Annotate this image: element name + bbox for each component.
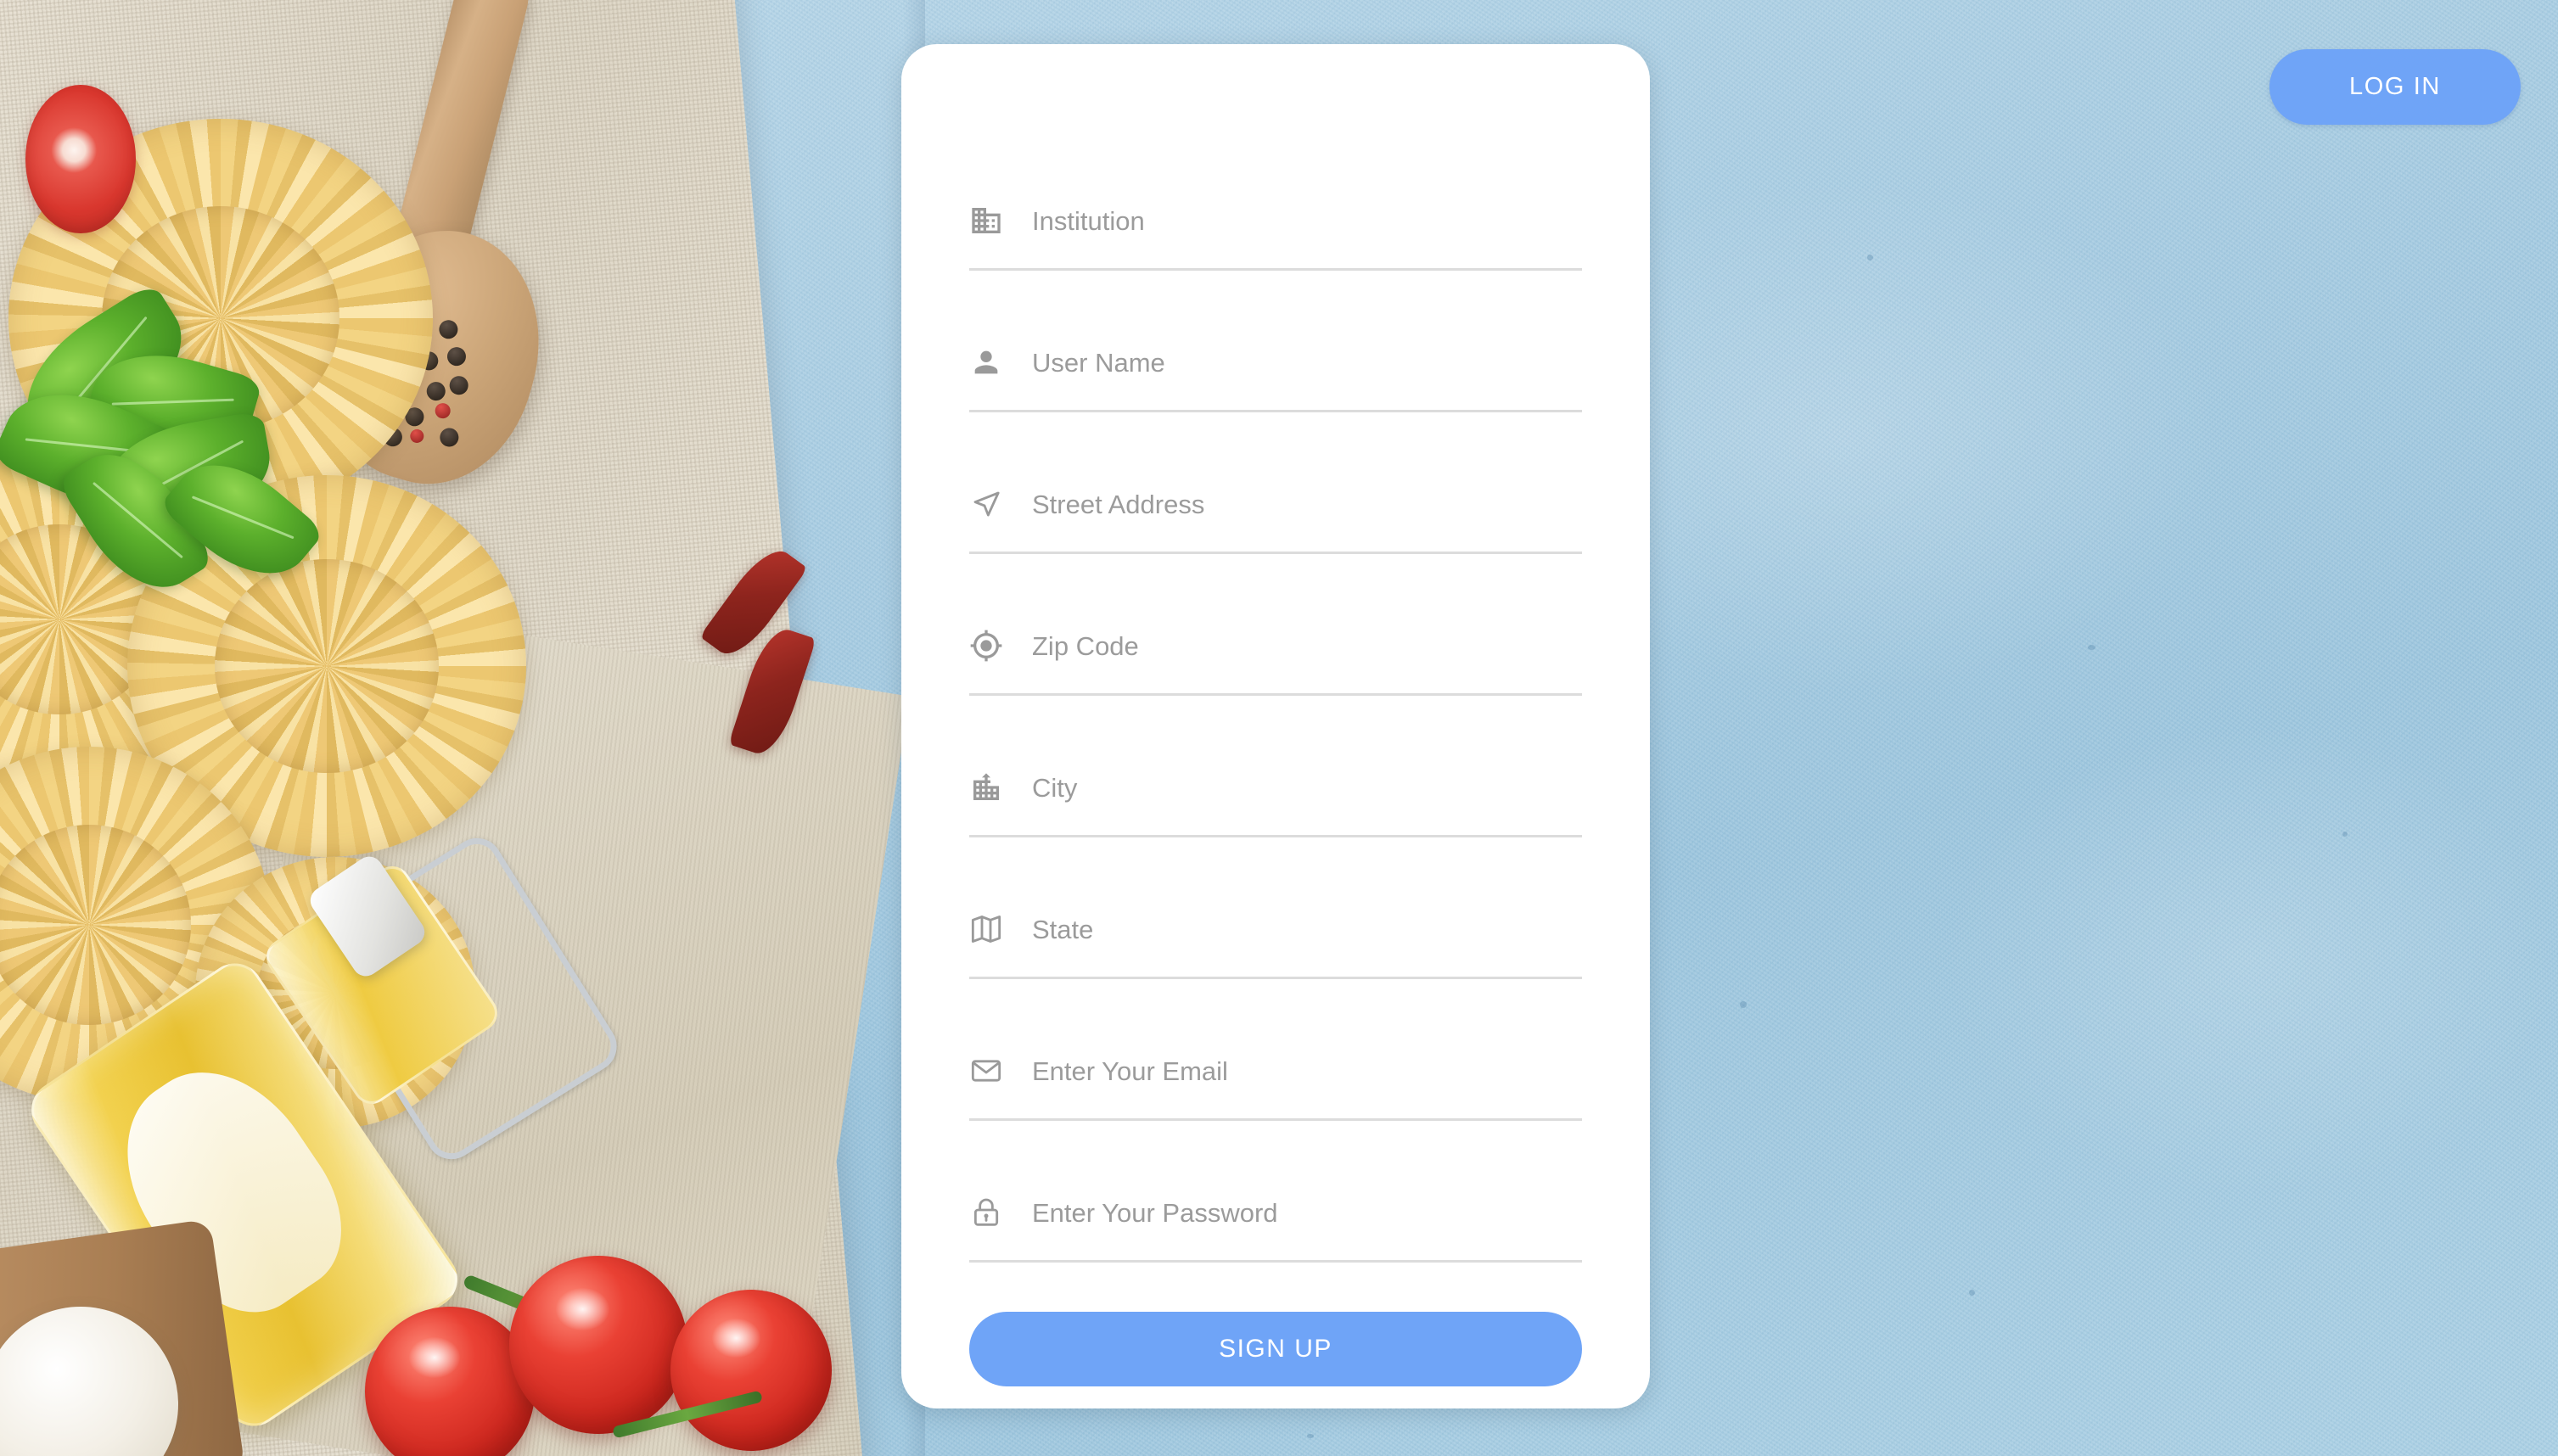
field-label-user-name: User Name bbox=[1032, 347, 1165, 378]
background-speck bbox=[1867, 255, 1873, 260]
field-label-zip-code: Zip Code bbox=[1032, 630, 1139, 661]
background-speck bbox=[1307, 1434, 1314, 1438]
sign-up-button[interactable]: SIGN UP bbox=[969, 1312, 1582, 1386]
field-label-password: Enter Your Password bbox=[1032, 1197, 1278, 1228]
field-city[interactable]: City bbox=[969, 696, 1582, 837]
email-icon bbox=[969, 1054, 1003, 1088]
cherry-tomato bbox=[670, 1290, 832, 1451]
field-label-email: Enter Your Email bbox=[1032, 1056, 1228, 1086]
lock-icon bbox=[969, 1196, 1003, 1229]
map-icon bbox=[969, 912, 1003, 946]
field-zip-code[interactable]: Zip Code bbox=[969, 554, 1582, 696]
field-state[interactable]: State bbox=[969, 837, 1582, 979]
signup-button-wrap: SIGN UP bbox=[969, 1312, 1582, 1386]
background-speck bbox=[2342, 832, 2348, 837]
food-photo bbox=[0, 0, 925, 1456]
background-speck bbox=[2088, 645, 2095, 650]
navigation-icon bbox=[969, 487, 1003, 521]
field-institution[interactable]: Institution bbox=[969, 129, 1582, 271]
cherry-tomato bbox=[509, 1256, 687, 1434]
tomato-slice bbox=[25, 85, 136, 233]
background-speck bbox=[1969, 1290, 1975, 1296]
field-user-name[interactable]: User Name bbox=[969, 271, 1582, 412]
field-password[interactable]: Enter Your Password bbox=[969, 1121, 1582, 1263]
field-label-city: City bbox=[1032, 772, 1078, 803]
field-email[interactable]: Enter Your Email bbox=[969, 979, 1582, 1121]
field-label-state: State bbox=[1032, 914, 1094, 944]
domain-icon bbox=[969, 204, 1003, 238]
field-street-address[interactable]: Street Address bbox=[969, 412, 1582, 554]
signup-card: Institution User Name Street Address Zip… bbox=[901, 44, 1650, 1408]
field-label-street-address: Street Address bbox=[1032, 489, 1205, 519]
my-location-icon bbox=[969, 629, 1003, 663]
background-speck bbox=[1740, 1001, 1747, 1008]
signup-form: Institution User Name Street Address Zip… bbox=[969, 129, 1582, 1386]
person-icon bbox=[969, 345, 1003, 379]
signup-page: LOG IN Institution User Name Street Addr… bbox=[0, 0, 2558, 1456]
city-icon bbox=[969, 770, 1003, 804]
field-label-institution: Institution bbox=[1032, 205, 1145, 236]
log-in-button[interactable]: LOG IN bbox=[2269, 49, 2521, 125]
